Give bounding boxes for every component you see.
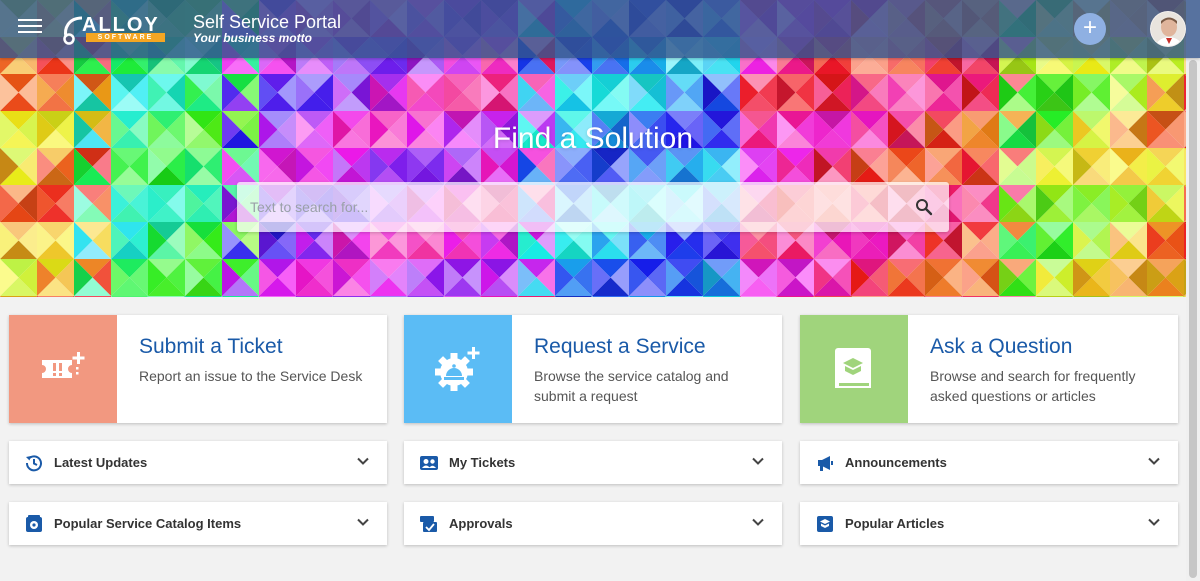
mosaic-tile <box>74 296 111 297</box>
mosaic-tile <box>740 296 777 297</box>
logo-subtitle: SOFTWARE <box>86 33 165 42</box>
user-avatar-image <box>1151 12 1185 46</box>
card-title: Request a Service <box>534 335 706 358</box>
mosaic-tile <box>814 296 851 297</box>
history-icon <box>25 455 42 472</box>
chevron-down-icon[interactable] <box>357 518 369 526</box>
mosaic-tile <box>777 296 814 297</box>
mosaic-tile <box>148 296 185 297</box>
panel-label: Announcements <box>845 455 947 470</box>
user-avatar[interactable] <box>1150 11 1186 47</box>
card-title: Submit a Ticket <box>139 335 283 358</box>
request-service-tile <box>404 315 512 423</box>
mosaic-tile <box>518 296 555 297</box>
approvals-panel[interactable]: Approvals <box>404 502 782 545</box>
mosaic-tile <box>370 296 407 297</box>
chevron-down-icon[interactable] <box>357 457 369 465</box>
mosaic-tile <box>592 296 629 297</box>
page-scrollbar[interactable] <box>1186 58 1200 581</box>
hamburger-menu-icon[interactable] <box>18 18 42 40</box>
mosaic-tile <box>1110 296 1147 297</box>
hero-title: Find a Solution <box>492 122 694 155</box>
chevron-down-icon[interactable] <box>1148 518 1160 526</box>
portal-motto: Your business motto <box>193 31 312 45</box>
mosaic-tile <box>333 296 370 297</box>
search-input[interactable] <box>237 182 897 232</box>
chevron-down-icon[interactable] <box>752 457 764 465</box>
scrollbar-thumb[interactable] <box>1189 60 1197 578</box>
chevron-down-icon[interactable] <box>752 518 764 526</box>
card-title: Ask a Question <box>930 335 1073 358</box>
mosaic-tile <box>1147 296 1184 297</box>
search-box <box>237 182 949 232</box>
articles-icon <box>817 516 833 532</box>
chevron-down-icon[interactable] <box>1148 457 1160 465</box>
mosaic-tile <box>185 296 222 297</box>
approvals-icon <box>420 516 437 532</box>
latest-updates-panel[interactable]: Latest Updates <box>9 441 387 484</box>
popular-service-catalog-panel[interactable]: Popular Service Catalog Items <box>9 502 387 545</box>
ask-question-tile <box>800 315 908 423</box>
mosaic-tile <box>407 296 444 297</box>
announcements-panel[interactable]: Announcements <box>800 441 1178 484</box>
mosaic-tile <box>259 296 296 297</box>
knowledge-book-icon <box>835 348 871 388</box>
mosaic-tile <box>703 296 740 297</box>
mosaic-tile <box>1073 296 1110 297</box>
catalog-icon <box>26 515 42 532</box>
portal-title: Self Service Portal <box>193 12 342 32</box>
mosaic-tile <box>999 296 1036 297</box>
mosaic-tile <box>37 296 74 297</box>
mosaic-tile <box>629 296 666 297</box>
ticket-icon <box>42 352 85 378</box>
my-tickets-panel[interactable]: My Tickets <box>404 441 782 484</box>
panel-label: My Tickets <box>449 455 516 470</box>
mosaic-tile <box>962 296 999 297</box>
submit-ticket-card[interactable]: Submit a Ticket Report an issue to the S… <box>9 315 387 423</box>
megaphone-icon <box>818 456 833 471</box>
panel-label: Latest Updates <box>54 455 148 470</box>
popular-articles-panel[interactable]: Popular Articles <box>800 502 1178 545</box>
panel-label: Popular Service Catalog Items <box>54 516 242 531</box>
mosaic-tile <box>296 296 333 297</box>
add-button[interactable]: + <box>1074 13 1106 45</box>
mosaic-tile <box>666 296 703 297</box>
mosaic-tile <box>0 296 37 297</box>
panel-label: Popular Articles <box>845 516 945 531</box>
submit-ticket-tile <box>9 315 117 423</box>
mosaic-tile <box>851 296 888 297</box>
alloy-logo[interactable]: ALLOY SOFTWARE <box>62 13 170 45</box>
mosaic-tile <box>481 296 518 297</box>
card-description: Report an issue to the Service Desk <box>139 368 363 384</box>
search-icon[interactable] <box>915 198 933 216</box>
id-card-icon <box>420 456 438 470</box>
mosaic-tile <box>111 296 148 297</box>
top-bar: ALLOY SOFTWARE Self Service Portal Your … <box>0 0 1200 58</box>
mosaic-tile <box>888 296 925 297</box>
card-description: Browse and search for frequently asked q… <box>930 368 1136 404</box>
mosaic-tile <box>1036 296 1073 297</box>
mosaic-tile <box>444 296 481 297</box>
request-service-card[interactable]: Request a Service Browse the service cat… <box>404 315 782 423</box>
mosaic-tile <box>222 296 259 297</box>
mosaic-tile <box>925 296 962 297</box>
mosaic-tile <box>555 296 592 297</box>
card-description: Browse the service catalog and submit a … <box>534 368 729 404</box>
panel-label: Approvals <box>449 516 513 531</box>
ask-question-card[interactable]: Ask a Question Browse and search for fre… <box>800 315 1178 423</box>
service-gear-icon <box>435 347 480 391</box>
